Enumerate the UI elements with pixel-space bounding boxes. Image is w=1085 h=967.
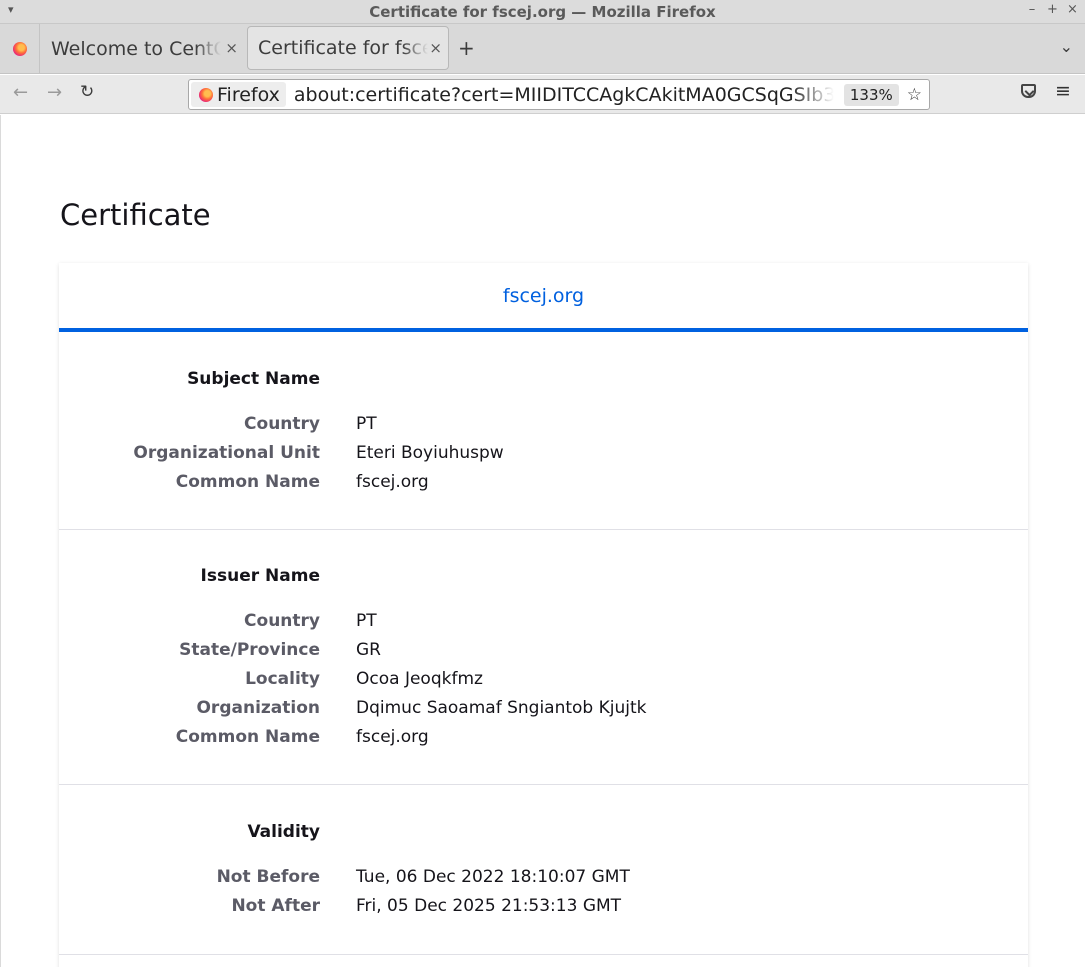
- info-row: Organization Dqimuc Saoamaf Sngiantob Kj…: [59, 698, 1028, 727]
- maximize-button[interactable]: +: [1047, 2, 1058, 17]
- row-value: Dqimuc Saoamaf Sngiantob Kjujtk: [356, 698, 647, 718]
- row-value: Ocoa Jeoqkfmz: [356, 669, 483, 689]
- back-arrow-icon[interactable]: ←: [13, 82, 28, 103]
- issuer-name-section: Issuer Name Country PT State/Province GR…: [59, 530, 1028, 785]
- url-input[interactable]: about:certificate?cert=MIIDITCCAgkCAkitM…: [294, 84, 834, 106]
- info-row: State/Province GR: [59, 640, 1028, 669]
- row-key: Common Name: [175, 472, 320, 492]
- tab-close-icon[interactable]: ×: [225, 39, 238, 57]
- identity-box[interactable]: Firefox: [191, 82, 286, 107]
- firefox-logo-icon: [199, 87, 213, 102]
- subject-name-section: Subject Name Country PT Organizational U…: [59, 332, 1028, 530]
- section-heading: Validity: [247, 822, 320, 842]
- tab-list-chevron-icon[interactable]: ⌄: [1060, 37, 1073, 56]
- zoom-indicator[interactable]: 133%: [843, 83, 899, 106]
- pocket-icon[interactable]: [1021, 84, 1036, 98]
- close-window-button[interactable]: ×: [1067, 2, 1078, 17]
- section-heading: Issuer Name: [200, 566, 320, 586]
- section-heading: Subject Name: [187, 369, 320, 389]
- pinned-tab[interactable]: [0, 24, 40, 74]
- row-key: Not After: [231, 896, 320, 916]
- row-key: Not Before: [216, 867, 320, 887]
- tab-strip: Welcome to CentOS × Certificate for fsce…: [0, 24, 1085, 74]
- info-row: Not Before Tue, 06 Dec 2022 18:10:07 GMT: [59, 867, 1028, 896]
- tab-close-icon[interactable]: ×: [429, 39, 442, 57]
- info-row: Not After Fri, 05 Dec 2025 21:53:13 GMT: [59, 896, 1028, 925]
- page-content: Certificate fscej.org Subject Name Count…: [0, 115, 1085, 967]
- row-key: Country: [244, 414, 320, 434]
- row-key: Organizational Unit: [133, 443, 320, 463]
- page-title: Certificate: [60, 198, 211, 232]
- row-value: fscej.org: [356, 727, 429, 747]
- row-key: Organization: [196, 698, 320, 718]
- info-row: Common Name fscej.org: [59, 727, 1028, 756]
- info-row: Country PT: [59, 414, 1028, 443]
- bookmark-star-icon[interactable]: ☆: [907, 85, 922, 105]
- window-controls: – + ×: [1027, 2, 1078, 17]
- firefox-logo-icon: [12, 42, 27, 56]
- certificate-card: fscej.org Subject Name Country PT Organi…: [59, 263, 1028, 967]
- row-value: PT: [356, 611, 377, 631]
- row-value: Tue, 06 Dec 2022 18:10:07 GMT: [356, 867, 630, 887]
- tab-welcome[interactable]: Welcome to CentOS ×: [41, 24, 244, 74]
- new-tab-button[interactable]: +: [458, 36, 475, 60]
- row-key: State/Province: [179, 640, 320, 660]
- info-row: Country PT: [59, 611, 1028, 640]
- row-value: GR: [356, 640, 381, 660]
- identity-label: Firefox: [217, 83, 280, 106]
- row-value: fscej.org: [356, 472, 429, 492]
- navigation-toolbar: ← → ↻ Firefox about:certificate?cert=MII…: [0, 75, 1085, 114]
- row-value: Fri, 05 Dec 2025 21:53:13 GMT: [356, 896, 622, 916]
- info-row: Organizational Unit Eteri Boyiuhuspw: [59, 443, 1028, 472]
- certificate-tab[interactable]: fscej.org: [59, 263, 1028, 332]
- reload-icon[interactable]: ↻: [80, 82, 94, 102]
- minimize-button[interactable]: –: [1027, 2, 1037, 17]
- forward-arrow-icon[interactable]: →: [47, 82, 62, 103]
- row-value: Eteri Boyiuhuspw: [356, 443, 504, 463]
- info-row: Common Name fscej.org: [59, 472, 1028, 501]
- window-titlebar: ▾ Certificate for fscej.org — Mozilla Fi…: [0, 0, 1085, 24]
- tab-certificate[interactable]: Certificate for fscej.org ×: [247, 26, 449, 70]
- row-value: PT: [356, 414, 377, 434]
- validity-section: Validity Not Before Tue, 06 Dec 2022 18:…: [59, 785, 1028, 955]
- tab-label: Welcome to CentOS: [51, 38, 221, 60]
- url-bar[interactable]: Firefox about:certificate?cert=MIIDITCCA…: [188, 79, 930, 110]
- row-key: Common Name: [175, 727, 320, 747]
- row-key: Locality: [245, 669, 320, 689]
- info-row: Locality Ocoa Jeoqkfmz: [59, 669, 1028, 698]
- window-title: Certificate for fscej.org — Mozilla Fire…: [369, 3, 716, 21]
- tab-label: Certificate for fscej.org: [258, 37, 428, 59]
- hamburger-menu-icon[interactable]: ≡: [1055, 80, 1071, 102]
- row-key: Country: [244, 611, 320, 631]
